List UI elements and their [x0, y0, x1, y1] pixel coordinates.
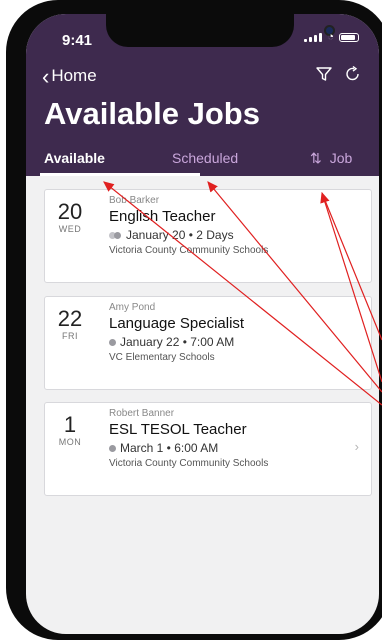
job-date: 1 MON [45, 412, 95, 448]
job-when: January 22 • 7:00 AM [120, 335, 235, 349]
job-card[interactable]: 1 MON Robert Banner ESL TESOL Teacher Ma… [44, 402, 372, 496]
wifi-icon: ◔ [327, 31, 334, 43]
job-card[interactable]: 20 WED Bob Barker English Teacher Januar… [44, 189, 372, 283]
tab-bar: Available Scheduled ⇅ Job [26, 150, 379, 176]
sort-job-button[interactable]: ⇅ Job [310, 150, 352, 167]
signal-icon [304, 33, 323, 42]
job-day: 22 [57, 306, 83, 331]
job-title: Language Specialist [109, 315, 245, 332]
filter-icon[interactable] [316, 66, 332, 87]
job-weekday: MON [58, 437, 82, 447]
job-title: English Teacher [109, 208, 216, 225]
job-weekday: FRI [62, 331, 78, 341]
chevron-right-icon: › [354, 439, 359, 454]
tab-scheduled[interactable]: Scheduled [172, 150, 238, 166]
app-screen: 9:41 ◔ ‹ Home Available Jobs Available S… [26, 14, 379, 634]
status-icons: ◔ [304, 31, 359, 43]
page-title: Available Jobs [44, 96, 260, 131]
status-dot-icon [109, 338, 116, 346]
tab-active-indicator [40, 173, 200, 176]
battery-icon [339, 33, 359, 42]
phone-frame: 9:41 ◔ ‹ Home Available Jobs Available S… [6, 0, 382, 640]
job-school: Victoria County Community Schools [109, 458, 269, 469]
job-day: 1 [63, 412, 77, 437]
sort-label: Job [329, 150, 353, 166]
status-dot-icon [109, 444, 116, 452]
job-title: ESL TESOL Teacher [109, 421, 247, 438]
job-when: March 1 • 6:00 AM [120, 441, 219, 455]
back-label: Home [51, 66, 97, 85]
contact-name: Amy Pond [109, 302, 156, 313]
job-day: 20 [57, 199, 83, 224]
job-date: 22 FRI [45, 306, 95, 342]
contact-name: Bob Barker [109, 195, 160, 206]
job-when: January 20 • 2 Days [126, 228, 234, 242]
refresh-icon[interactable] [345, 65, 361, 87]
chevron-left-icon: ‹ [42, 63, 50, 89]
contact-name: Robert Banner [109, 408, 175, 419]
tab-available[interactable]: Available [44, 150, 105, 166]
job-school: VC Elementary Schools [109, 352, 215, 363]
job-card[interactable]: 22 FRI Amy Pond Language Specialist Janu… [44, 296, 372, 390]
sort-icon: ⇅ [310, 150, 322, 166]
multi-day-icon [109, 231, 122, 239]
job-weekday: WED [58, 224, 82, 234]
header: 9:41 ◔ ‹ Home Available Jobs Available S… [26, 14, 379, 176]
status-time: 9:41 [62, 32, 93, 49]
notch [106, 14, 333, 47]
back-button[interactable]: ‹ Home [42, 63, 97, 89]
job-date: 20 WED [45, 199, 95, 235]
job-school: Victoria County Community Schools [109, 245, 269, 256]
